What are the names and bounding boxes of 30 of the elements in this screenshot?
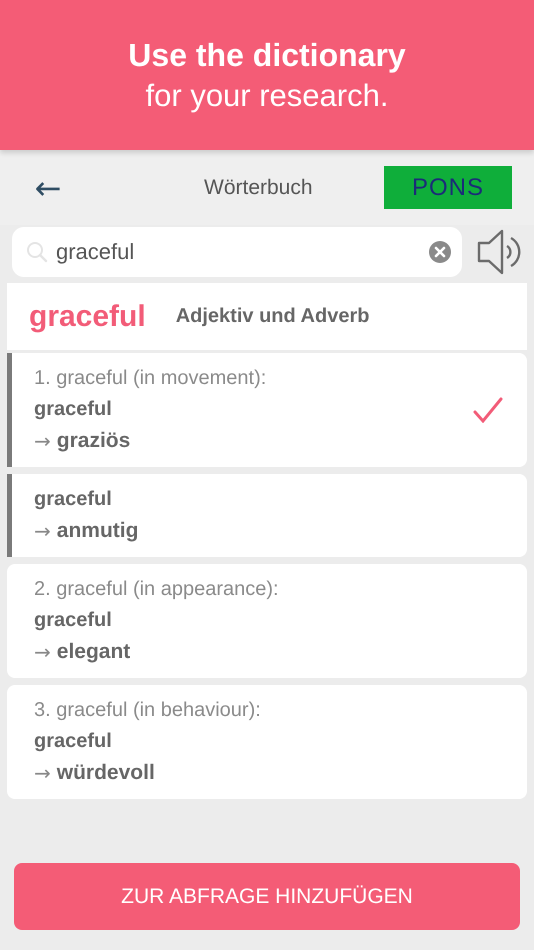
entry-card[interactable]: 1. graceful (in movement): graceful → graziös: [7, 353, 527, 467]
sense-heading: 2. graceful (in appearance):: [34, 578, 280, 601]
entry-card[interactable]: graceful → anmutig: [7, 474, 527, 557]
brand-logo: PONS: [384, 166, 512, 209]
clear-icon[interactable]: [428, 240, 452, 264]
sense-heading: 1. graceful (in movement):: [34, 367, 268, 390]
arrow-glyph: →: [34, 519, 51, 543]
entry-card[interactable]: 2. graceful (in appearance): graceful → elegant: [7, 564, 527, 678]
translation: anmutig: [56, 519, 138, 543]
search-icon: [26, 241, 48, 263]
source-word: graceful: [34, 730, 113, 753]
source-word: graceful: [34, 488, 113, 511]
add-button[interactable]: ZUR ABFRAGE HINZUFÜGEN: [14, 863, 520, 930]
arrow-glyph: →: [34, 640, 51, 664]
search-field[interactable]: graceful: [12, 227, 462, 277]
translation: graziös: [56, 429, 130, 453]
arrow-glyph: →: [34, 429, 51, 453]
source-word: graceful: [34, 609, 113, 632]
source-word: graceful: [34, 398, 113, 421]
banner-subtitle: for your research.: [146, 78, 388, 114]
part-of-speech: Adjektiv und Adverb: [176, 305, 370, 328]
headword: graceful: [29, 300, 146, 334]
entry-card[interactable]: 3. graceful (in behaviour): graceful → würdevoll: [7, 685, 527, 799]
arrow-glyph: →: [34, 761, 51, 785]
back-button[interactable]: ←: [28, 168, 68, 206]
sense-heading: 3. graceful (in behaviour):: [34, 699, 262, 722]
translation: würdevoll: [56, 761, 155, 785]
page-title: Wörterbuch: [204, 176, 314, 200]
banner-title: Use the dictionary: [128, 36, 406, 74]
translation: elegant: [56, 640, 130, 664]
